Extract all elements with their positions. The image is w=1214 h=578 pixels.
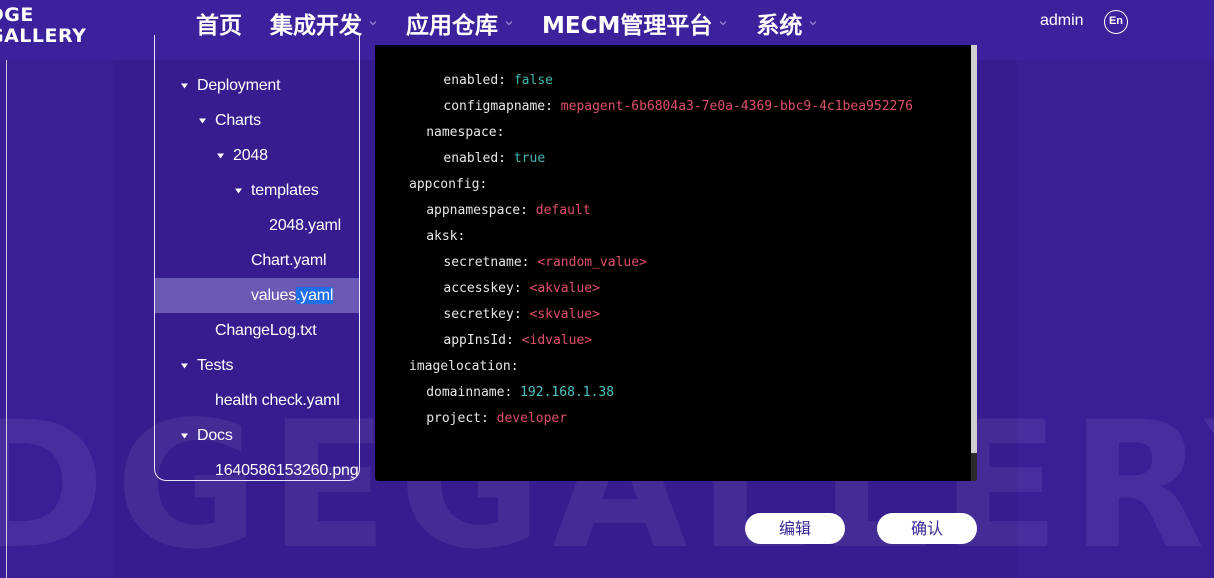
yaml-key: configmapname:	[443, 99, 553, 114]
yaml-key: accesskey:	[443, 281, 522, 296]
tree-item-label: Docs	[197, 426, 233, 444]
tree-item-label: 2048.yaml	[269, 216, 342, 234]
left-divider-line	[6, 60, 7, 578]
code-line[interactable]: appconfig:	[409, 172, 487, 198]
chevron-down-icon	[809, 21, 817, 26]
yaml-value: <skvalue>	[529, 307, 600, 322]
nav-item-label: MECM管理平台	[542, 13, 713, 39]
yaml-key: aksk:	[426, 229, 466, 244]
yaml-value: 192.168.1.38	[520, 385, 615, 400]
yaml-value: default	[535, 203, 591, 218]
tree-folder[interactable]: Charts	[155, 103, 359, 138]
user-name[interactable]: admin	[1040, 12, 1084, 30]
code-line[interactable]: namespace:	[426, 120, 504, 146]
code-line[interactable]: appnamespace: default	[426, 198, 590, 224]
tree-item-label: Charts	[215, 111, 261, 129]
yaml-key: project:	[426, 411, 489, 426]
chevron-down-icon	[719, 21, 727, 26]
caret-down-icon[interactable]	[180, 433, 189, 439]
tree-item-label: Deployment	[197, 76, 281, 94]
tree-file[interactable]: ChangeLog.txt	[155, 313, 359, 348]
caret-down-icon[interactable]	[198, 118, 207, 124]
yaml-value: mepagent-6b6804a3-7e0a-4369-bbc9-4c1bea9…	[560, 99, 913, 114]
tree-item-label: ChangeLog.txt	[215, 321, 317, 339]
yaml-key: appconfig:	[409, 177, 488, 192]
tree-item-label: 2048	[233, 146, 268, 164]
yaml-value: true	[513, 151, 546, 166]
yaml-key: namespace:	[426, 125, 505, 140]
nav-item-label: 系统	[756, 13, 803, 39]
code-line[interactable]: domainname: 192.168.1.38	[426, 380, 614, 406]
edit-button[interactable]: 编辑	[745, 513, 845, 544]
code-editor[interactable]: enabled: false configmapname: mepagent-6b…	[375, 45, 977, 481]
editor-scrollbar-thumb[interactable]	[971, 45, 977, 453]
yaml-value: developer	[496, 411, 568, 426]
tree-file[interactable]: values.yaml	[155, 278, 359, 313]
tree-folder[interactable]: Deployment	[155, 68, 359, 103]
language-toggle-button[interactable]: En	[1104, 10, 1128, 34]
yaml-key: domainname:	[426, 385, 513, 400]
tree-item-label: Chart.yaml	[251, 251, 327, 269]
code-line[interactable]: appInsId: <idvalue>	[443, 328, 592, 354]
tree-folder[interactable]: 2048	[155, 138, 359, 173]
caret-down-icon[interactable]	[180, 363, 189, 369]
nav-item-2[interactable]: 应用仓库	[406, 6, 514, 40]
yaml-key: enabled:	[443, 151, 507, 166]
caret-down-icon[interactable]	[180, 83, 189, 89]
tree-item-label: templates	[251, 181, 319, 199]
edgegallery-logo[interactable]: DGE GALLERY	[0, 0, 90, 52]
tree-file[interactable]: 1640586153260.png	[155, 453, 359, 480]
tree-file[interactable]: Chart.yaml	[155, 243, 359, 278]
tree-file[interactable]: health check.yaml	[155, 383, 359, 418]
code-line[interactable]: secretname: <random_value>	[443, 250, 647, 276]
chevron-down-icon	[369, 21, 377, 26]
file-tree: Deployment Charts 2048 templates 2048.yaml Ch…	[154, 35, 360, 481]
code-line[interactable]: secretkey: <skvalue>	[443, 302, 600, 328]
yaml-value: <idvalue>	[521, 333, 593, 348]
caret-down-icon[interactable]	[234, 188, 243, 194]
tree-item-label-text: values	[251, 286, 297, 304]
code-line[interactable]: imagelocation:	[409, 354, 519, 380]
code-line[interactable]: enabled: false	[443, 68, 553, 94]
yaml-key: appInsId:	[443, 333, 514, 348]
tree-folder[interactable]: Tests	[155, 348, 359, 383]
yaml-key: appnamespace:	[426, 203, 528, 218]
tree-item-label: values.yaml	[251, 286, 334, 305]
tree-item-label: Tests	[197, 356, 234, 374]
nav-item-3[interactable]: MECM管理平台	[542, 6, 728, 40]
text-selection-highlight: .yaml	[296, 286, 334, 304]
code-line[interactable]: enabled: true	[443, 146, 545, 172]
code-content[interactable]: enabled: false configmapname: mepagent-6b…	[375, 45, 971, 481]
code-line[interactable]: aksk:	[426, 224, 465, 250]
yaml-value: <akvalue>	[529, 281, 600, 296]
logo-line-1: DGE	[0, 4, 34, 26]
tree-item-label: health check.yaml	[215, 391, 340, 409]
tree-folder[interactable]: templates	[155, 173, 359, 208]
yaml-key: secretkey:	[443, 307, 522, 322]
nav-item-4[interactable]: 系统	[756, 6, 818, 40]
caret-down-icon[interactable]	[216, 153, 225, 159]
chevron-down-icon	[505, 21, 513, 26]
yaml-value: false	[513, 73, 553, 88]
tree-item-label: 1640586153260.png	[215, 461, 359, 479]
code-line[interactable]: accesskey: <akvalue>	[443, 276, 600, 302]
logo-line-2: GALLERY	[0, 25, 87, 47]
nav-item-label: 应用仓库	[406, 13, 498, 39]
yaml-key: enabled:	[443, 73, 507, 88]
tree-file[interactable]: 2048.yaml	[155, 208, 359, 243]
yaml-value: <random_value>	[537, 255, 647, 270]
yaml-key: secretname:	[443, 255, 530, 270]
code-line[interactable]: configmapname: mepagent-6b6804a3-7e0a-43…	[443, 94, 913, 120]
yaml-key: imagelocation:	[409, 359, 519, 374]
editor-scrollbar[interactable]	[971, 45, 977, 481]
confirm-button[interactable]: 确认	[877, 513, 977, 544]
tree-folder[interactable]: Docs	[155, 418, 359, 453]
code-line[interactable]: project: developer	[426, 406, 567, 432]
